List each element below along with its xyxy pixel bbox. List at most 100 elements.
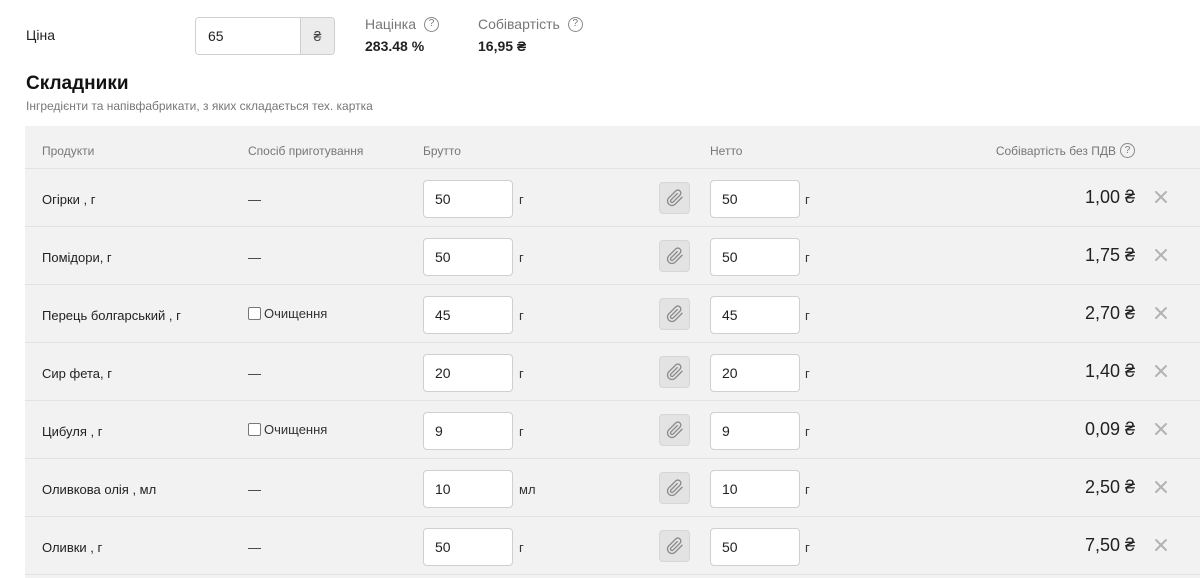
net-unit: г xyxy=(805,308,810,323)
gross-input[interactable] xyxy=(423,354,513,392)
remove-button[interactable] xyxy=(1154,480,1168,494)
header-method: Спосіб приготування xyxy=(248,144,364,158)
cost-value: 1,00 ₴ xyxy=(1084,187,1135,207)
ingredients-table: Продукти Спосіб приготування Брутто Нетт… xyxy=(25,126,1200,578)
paperclip-button[interactable] xyxy=(659,356,690,388)
price-input-group: ₴ xyxy=(195,17,335,55)
close-icon xyxy=(1154,190,1168,204)
paperclip-icon xyxy=(666,247,684,265)
cleaning-checkbox[interactable] xyxy=(248,423,261,436)
net-unit: г xyxy=(805,540,810,555)
question-icon[interactable]: ? xyxy=(423,16,439,32)
method-cell: Очищення xyxy=(248,306,327,321)
method-cell: — xyxy=(248,366,261,381)
net-unit: г xyxy=(805,424,810,439)
cost-value: 2,50 ₴ xyxy=(1084,477,1135,497)
cleaning-checkbox[interactable] xyxy=(248,307,261,320)
cost-value: 7,50 ₴ xyxy=(1084,535,1135,555)
markup-stat: Націнка ? 283.48 % xyxy=(365,16,439,54)
table-row: Перець болгарський , г Очищення г г 2,70 ₴ xyxy=(25,285,1200,343)
table-row: Оливкова олія , мл — мл г 2,50 ₴ xyxy=(25,459,1200,517)
close-icon xyxy=(1154,422,1168,436)
net-input[interactable] xyxy=(710,412,800,450)
section-subtitle: Інгредієнти та напівфабрикати, з яких ск… xyxy=(26,99,373,113)
remove-button[interactable] xyxy=(1154,248,1168,262)
close-icon xyxy=(1154,364,1168,378)
table-row: Сир фета, г — г г 1,40 ₴ xyxy=(25,343,1200,401)
price-currency-addon: ₴ xyxy=(300,18,334,54)
product-name: Цибуля , г xyxy=(42,424,103,439)
net-unit: г xyxy=(805,366,810,381)
net-input[interactable] xyxy=(710,238,800,276)
table-row: Оливки , г — г г 7,50 ₴ xyxy=(25,517,1200,575)
table-row: Цибуля , г Очищення г г 0,09 ₴ xyxy=(25,401,1200,459)
method-cell: — xyxy=(248,482,261,497)
paperclip-button[interactable] xyxy=(659,414,690,446)
cost-price-label: Собівартість xyxy=(478,16,560,32)
cleaning-label: Очищення xyxy=(264,422,328,437)
gross-unit: мл xyxy=(519,482,536,497)
header-products: Продукти xyxy=(42,144,95,158)
close-icon xyxy=(1154,248,1168,262)
question-icon[interactable]: ? xyxy=(567,16,583,32)
gross-input[interactable] xyxy=(423,238,513,276)
paperclip-button[interactable] xyxy=(659,182,690,214)
method-cell: Очищення xyxy=(248,422,327,437)
header-gross: Брутто xyxy=(423,144,461,158)
header-cost: Собівартість без ПДВ ? xyxy=(996,143,1135,158)
remove-button[interactable] xyxy=(1154,538,1168,552)
close-icon xyxy=(1154,480,1168,494)
gross-unit: г xyxy=(519,250,524,265)
net-input[interactable] xyxy=(710,180,800,218)
net-unit: г xyxy=(805,250,810,265)
gross-input[interactable] xyxy=(423,180,513,218)
paperclip-icon xyxy=(666,363,684,381)
question-icon[interactable]: ? xyxy=(1120,143,1135,158)
net-unit: г xyxy=(805,192,810,207)
product-name: Оливки , г xyxy=(42,540,103,555)
price-input[interactable] xyxy=(196,18,300,54)
net-input[interactable] xyxy=(710,354,800,392)
section-title: Складники xyxy=(26,73,129,94)
gross-input[interactable] xyxy=(423,296,513,334)
gross-input[interactable] xyxy=(423,470,513,508)
markup-value: 283.48 % xyxy=(365,38,425,54)
cost-value: 0,09 ₴ xyxy=(1084,419,1135,439)
header-net: Нетто xyxy=(710,144,743,158)
paperclip-button[interactable] xyxy=(659,240,690,272)
cleaning-label: Очищення xyxy=(264,306,328,321)
gross-input[interactable] xyxy=(423,412,513,450)
paperclip-icon xyxy=(666,537,684,555)
gross-unit: г xyxy=(519,308,524,323)
remove-button[interactable] xyxy=(1154,306,1168,320)
remove-button[interactable] xyxy=(1154,190,1168,204)
remove-button[interactable] xyxy=(1154,364,1168,378)
cost-value: 2,70 ₴ xyxy=(1084,303,1135,323)
gross-unit: г xyxy=(519,366,524,381)
product-name: Сир фета, г xyxy=(42,366,112,381)
cost-value: 1,75 ₴ xyxy=(1084,245,1135,265)
cost-price-stat: Собівартість ? 16,95 ₴ xyxy=(478,16,583,54)
net-input[interactable] xyxy=(710,528,800,566)
cost-value: 1,40 ₴ xyxy=(1084,361,1135,381)
product-name: Огірки , г xyxy=(42,192,96,207)
paperclip-button[interactable] xyxy=(659,298,690,330)
paperclip-icon xyxy=(666,189,684,207)
remove-button[interactable] xyxy=(1154,422,1168,436)
gross-unit: г xyxy=(519,424,524,439)
net-input[interactable] xyxy=(710,296,800,334)
close-icon xyxy=(1154,538,1168,552)
paperclip-icon xyxy=(666,305,684,323)
gross-unit: г xyxy=(519,192,524,207)
net-unit: г xyxy=(805,482,810,497)
net-input[interactable] xyxy=(710,470,800,508)
cost-price-value: 16,95 ₴ xyxy=(478,38,527,54)
product-name: Оливкова олія , мл xyxy=(42,482,157,497)
table-header: Продукти Спосіб приготування Брутто Нетт… xyxy=(25,126,1200,169)
table-row: Огірки , г — г г 1,00 ₴ xyxy=(25,169,1200,227)
markup-label: Націнка xyxy=(365,16,416,32)
method-cell: — xyxy=(248,540,261,555)
gross-input[interactable] xyxy=(423,528,513,566)
paperclip-button[interactable] xyxy=(659,472,690,504)
paperclip-button[interactable] xyxy=(659,530,690,562)
